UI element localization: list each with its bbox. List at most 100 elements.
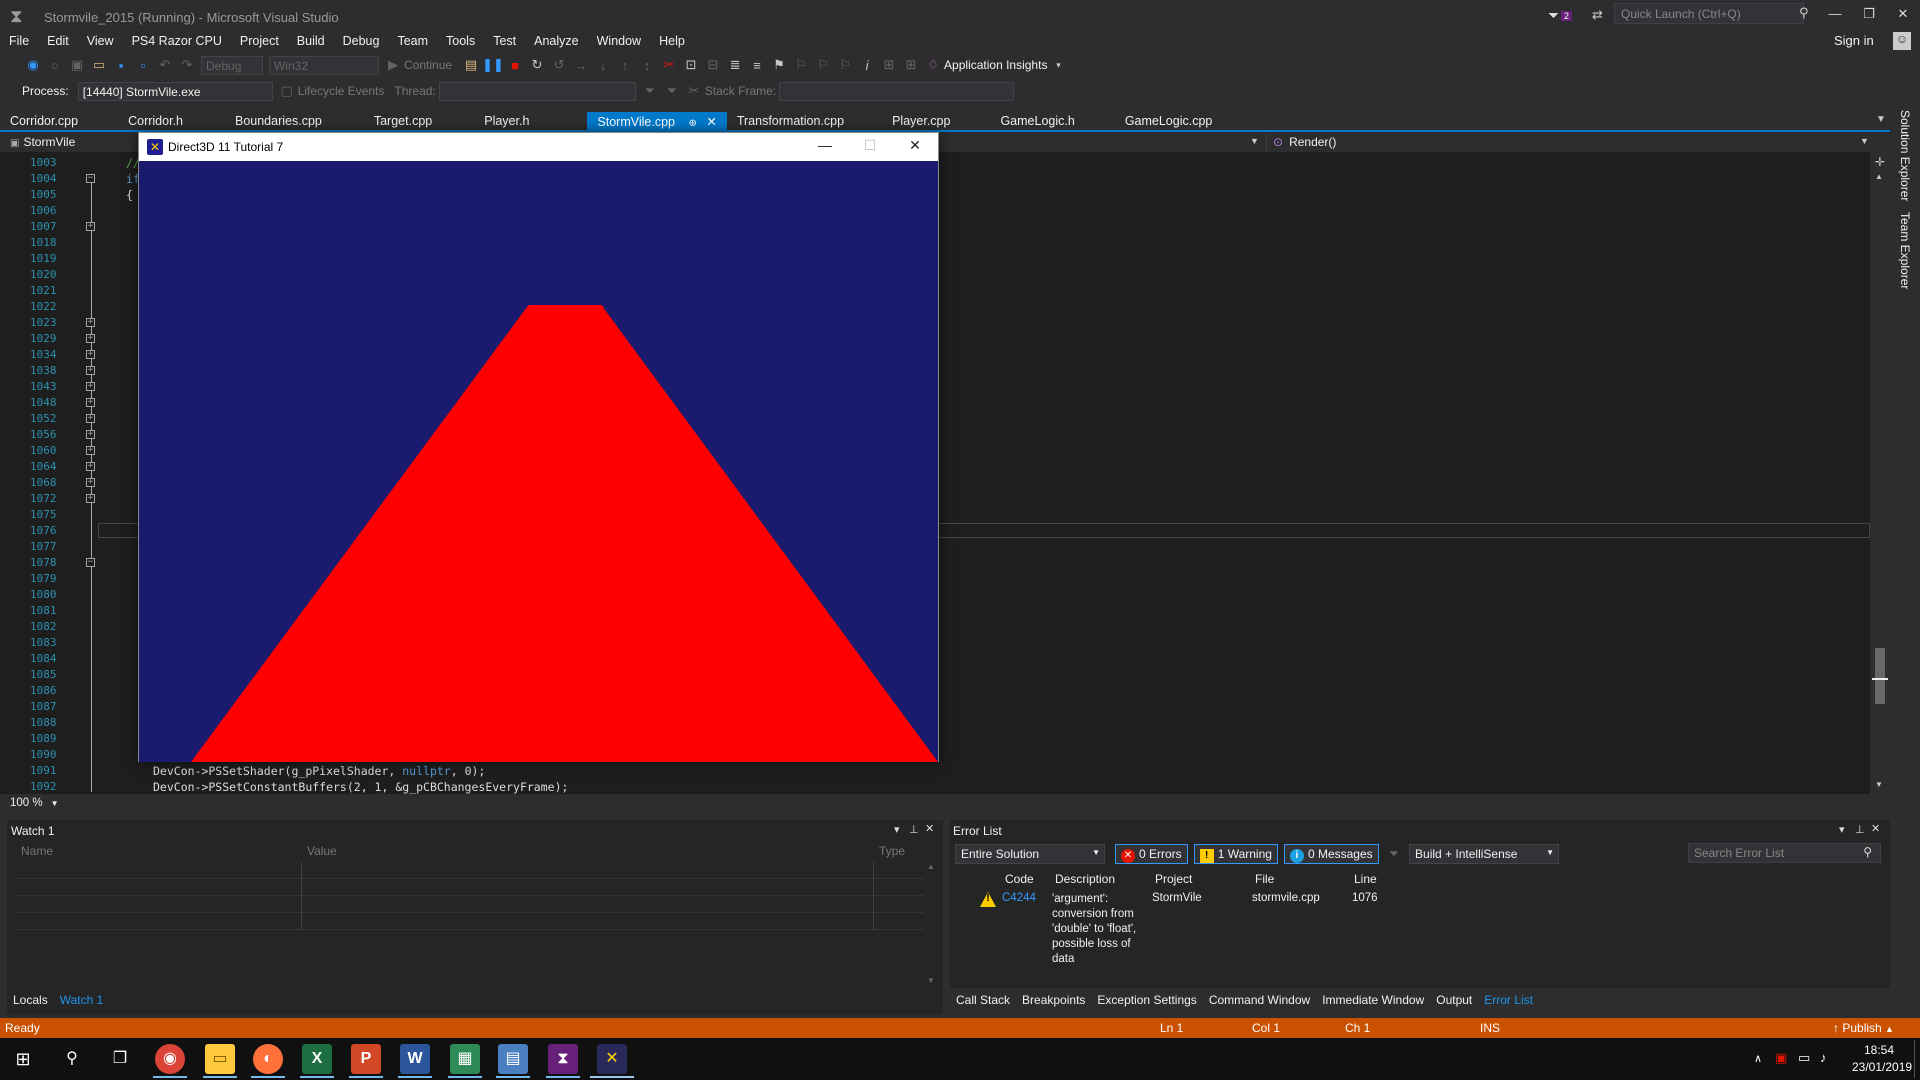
lifecycle-events-button[interactable]: Lifecycle Events	[298, 84, 385, 98]
expand-toggle[interactable]: +	[86, 334, 95, 343]
notification-count-badge[interactable]: 2	[1561, 11, 1573, 21]
menu-file[interactable]: File	[0, 31, 38, 51]
editor-horizontal-scrollbar[interactable]	[0, 794, 1890, 810]
menu-help[interactable]: Help	[650, 31, 694, 51]
publish-button[interactable]: ↑ Publish ▲	[1833, 1021, 1894, 1035]
firefox-icon[interactable]: ◐	[253, 1044, 283, 1074]
tab-gamelogic-cpp[interactable]: GameLogic.cpp	[1115, 112, 1223, 130]
error-list-search-input[interactable]: Search Error List ⚲	[1688, 843, 1881, 863]
continue-button[interactable]: Continue	[404, 58, 452, 72]
show-next-statement-icon[interactable]: ↺	[548, 57, 570, 73]
team-explorer-tab[interactable]: Team Explorer	[1898, 212, 1912, 289]
account-icon[interactable]: ☺	[1893, 32, 1911, 50]
chrome-icon[interactable]: ◉	[155, 1044, 185, 1074]
prev-bookmark-icon[interactable]: ⚐	[790, 57, 812, 73]
tab-overflow-chevron-icon[interactable]: ▼	[1876, 114, 1886, 125]
collapse-toggle[interactable]: −	[86, 174, 95, 183]
menu-team[interactable]: Team	[388, 31, 437, 51]
tab-exception-settings[interactable]: Exception Settings	[1091, 991, 1202, 1009]
directx-app-icon[interactable]: ✕	[597, 1044, 627, 1074]
expand-toggle[interactable]: +	[86, 446, 95, 455]
error-source-select[interactable]: Build + IntelliSense ▼	[1409, 843, 1560, 864]
solution-explorer-tab[interactable]: Solution Explorer	[1898, 110, 1912, 201]
new-project-icon[interactable]: ▣	[66, 57, 88, 73]
collapse-toggle[interactable]: −	[86, 558, 95, 567]
next-bookmark-icon[interactable]: ⚐	[812, 57, 834, 73]
stack-frame-select[interactable]	[779, 81, 1015, 101]
scroll-up-icon[interactable]: ▲	[1875, 172, 1883, 181]
save-icon[interactable]: ▪	[110, 58, 132, 73]
direct3d-title-bar[interactable]: ✕ Direct3D 11 Tutorial 7 — ☐ ✕	[139, 133, 938, 161]
pin-icon[interactable]: ⊥	[1855, 823, 1865, 836]
expand-toggle[interactable]: +	[86, 478, 95, 487]
toggle-layout-icon[interactable]: ⊡	[680, 57, 702, 73]
expand-toggle[interactable]: +	[86, 222, 95, 231]
undo-icon[interactable]: ↶	[154, 57, 176, 73]
expand-toggle[interactable]: +	[86, 350, 95, 359]
notification-filter-icon[interactable]: ⏷	[1548, 7, 1559, 24]
scrollbar-thumb[interactable]	[1875, 648, 1885, 704]
format-icon[interactable]: ⊟	[702, 57, 724, 73]
indent-icon[interactable]: ≣	[724, 57, 746, 73]
hot-reload-icon[interactable]: ✂	[658, 57, 680, 73]
error-column-project[interactable]: Project	[1155, 872, 1192, 886]
excel-icon[interactable]: X	[302, 1044, 332, 1074]
scroll-down-icon[interactable]: ▼	[1875, 780, 1883, 789]
watch-row[interactable]	[14, 879, 924, 896]
window-options-chevron-icon[interactable]: ▾	[894, 823, 900, 836]
chevron-down-icon[interactable]: ▾	[1047, 60, 1069, 71]
thread-select[interactable]	[438, 81, 636, 101]
render-viewport[interactable]	[139, 161, 938, 762]
solution-platform-select[interactable]: Win32	[269, 55, 379, 75]
process-icon[interactable]: ▤	[460, 57, 482, 73]
menu-build[interactable]: Build	[288, 31, 334, 51]
layout-icon[interactable]: ⊞	[878, 57, 900, 73]
expand-toggle[interactable]: +	[86, 462, 95, 471]
pin-icon[interactable]: ⊕	[688, 118, 696, 129]
menu-view[interactable]: View	[78, 31, 123, 51]
search-icon[interactable]: ⚲	[57, 1044, 87, 1074]
windows-start-icon[interactable]: ⊞	[8, 1044, 38, 1074]
expand-toggle[interactable]: +	[86, 398, 95, 407]
application-insights-button[interactable]: Application Insights	[944, 58, 1047, 72]
maximize-button[interactable]: ☐	[855, 137, 885, 157]
error-column-description[interactable]: Description	[1055, 872, 1115, 886]
solution-configuration-select[interactable]: Debug	[201, 55, 263, 75]
break-all-icon[interactable]: ❚❚	[482, 57, 504, 73]
menu-analyze[interactable]: Analyze	[525, 31, 587, 51]
process-select[interactable]: [14440] StormVile.exe	[77, 81, 273, 101]
notepad-icon[interactable]: ▤	[498, 1044, 528, 1074]
menu-tools[interactable]: Tools	[437, 31, 484, 51]
tab-error-list[interactable]: Error List	[1478, 991, 1539, 1009]
split-editor-icon[interactable]: ✛	[1875, 155, 1885, 169]
sign-in-link[interactable]: Sign in	[1834, 33, 1874, 48]
menu-window[interactable]: Window	[588, 31, 650, 51]
tab-target-cpp[interactable]: Target.cpp	[364, 112, 442, 130]
navigate-forward-icon[interactable]: ○	[44, 58, 66, 73]
show-flagged-threads-icon[interactable]: ⏷	[661, 83, 683, 99]
volume-icon[interactable]: ♪	[1820, 1050, 1827, 1065]
clock-time[interactable]: 18:54	[1864, 1043, 1894, 1057]
error-code-link[interactable]: C4244	[1002, 892, 1036, 904]
errors-filter-button[interactable]: ✕ 0 Errors	[1115, 843, 1188, 864]
tab-player-cpp[interactable]: Player.cpp	[882, 112, 960, 130]
window-options-chevron-icon[interactable]: ▾	[1839, 823, 1845, 836]
show-hidden-icons-chevron-icon[interactable]: ∧	[1754, 1052, 1762, 1065]
menu-ps4-razor-cpu[interactable]: PS4 Razor CPU	[123, 31, 231, 51]
step-over-icon[interactable]: ↓	[592, 58, 614, 73]
network-icon[interactable]: ▭	[1798, 1050, 1810, 1066]
direct3d-app-window[interactable]: ✕ Direct3D 11 Tutorial 7 — ☐ ✕	[138, 132, 939, 762]
restart-icon[interactable]: ↻	[526, 57, 548, 73]
tab-gamelogic-h[interactable]: GameLogic.h	[990, 112, 1084, 130]
search-icon[interactable]: ⚲	[1863, 845, 1872, 859]
chevron-down-icon[interactable]: ▼	[1860, 136, 1869, 146]
task-view-icon[interactable]: ❐	[105, 1044, 135, 1074]
stop-debugging-icon[interactable]: ■	[504, 58, 526, 73]
expand-toggle[interactable]: +	[86, 366, 95, 375]
tab-transformation-cpp[interactable]: Transformation.cpp	[727, 112, 854, 130]
menu-debug[interactable]: Debug	[334, 31, 389, 51]
scroll-up-icon[interactable]: ▲	[927, 862, 935, 871]
close-button[interactable]: ✕	[1891, 6, 1915, 26]
feedback-icon[interactable]: ⇄	[1592, 7, 1603, 23]
save-all-icon[interactable]: ▫	[132, 58, 154, 73]
